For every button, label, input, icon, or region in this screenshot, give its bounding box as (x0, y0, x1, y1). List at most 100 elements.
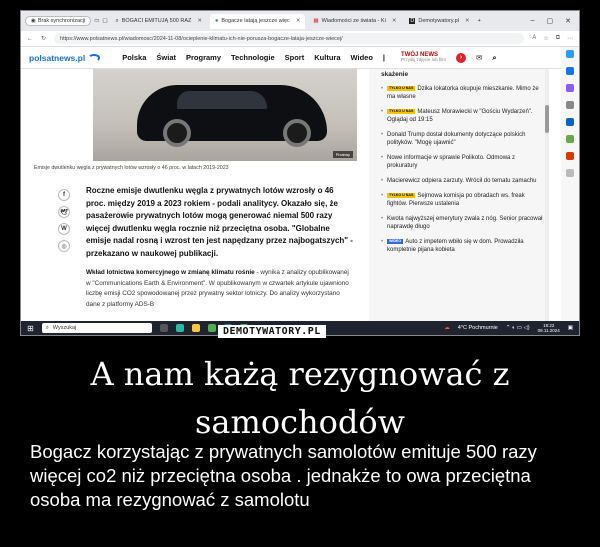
news-item[interactable]: Donald Trump dostał dokumenty dotyczące … (381, 131, 543, 147)
toolbar-icons: A ☆ ⧉ ⋯ (532, 35, 573, 42)
more-icon[interactable]: ⋯ (567, 35, 573, 42)
system-tray: ☁ 4°C Pochmurnie ⌃ ◐ ▭ ◁) 18:22 08.11.20… (444, 323, 573, 334)
scrollbar-thumb[interactable] (545, 105, 549, 133)
news-item[interactable]: Macierewicz odpiera zarzuty. Wrócił do t… (381, 177, 543, 185)
edge-sidebar (561, 47, 579, 325)
chrome-icon[interactable] (207, 324, 216, 332)
news-item[interactable]: WIDEOAuto z impetem wbiło się w dom. Pro… (381, 238, 543, 254)
tab-3[interactable]: ▦ Wiadomości ze świata - Ki ✕ (308, 14, 401, 29)
demotywatory-watermark: DEMOTYWATORY.PL (218, 325, 326, 338)
article-lead: Roczne emisje dwutlenku węgla z prywatny… (86, 186, 353, 258)
copilot-icon[interactable] (566, 50, 574, 58)
photo-credit: Pixabay (332, 151, 353, 158)
profile-icon: ◉ (31, 18, 36, 24)
new-tab-icon[interactable]: + (478, 18, 481, 24)
favorite-icon[interactable]: ☆ (543, 35, 548, 42)
nav-sport[interactable]: Sport (285, 53, 305, 62)
mail-icon[interactable]: ✉ (476, 53, 482, 62)
address-bar: ← ↻ https://www.polsatnews.pl/wiadomosc/… (21, 31, 579, 47)
demotywatory-favicon-icon: D (409, 18, 416, 24)
article: Pixabay Emisje dwutlenku węgla z prywatn… (21, 69, 359, 325)
close-tab-icon[interactable]: ✕ (197, 18, 202, 24)
url-field[interactable]: https://www.polsatnews.pl/wiadomosc/2024… (54, 33, 525, 44)
polsatnews-logo[interactable]: polsatnews.pl (29, 53, 101, 63)
url-text: https://www.polsatnews.pl/wiadomosc/2024… (60, 35, 343, 42)
nav-swiat[interactable]: Świat (156, 53, 176, 62)
windows-start-icon[interactable]: ⊞ (27, 324, 34, 333)
nav-kultura[interactable]: Kultura (314, 53, 340, 62)
grid-favicon-icon: ▦ (313, 18, 319, 24)
close-tab-icon[interactable]: ✕ (465, 18, 470, 24)
nav-wideo[interactable]: Wideo (350, 53, 372, 62)
article-body: Wkład lotnictwa komercyjnego w zmianę kl… (86, 268, 354, 310)
close-window-icon[interactable]: ✕ (565, 17, 571, 25)
nav-programy[interactable]: Programy (186, 53, 221, 62)
edge-icon[interactable] (175, 324, 184, 332)
minimize-icon[interactable]: – (531, 17, 535, 25)
news-item[interactable]: TYLKO U NASSejmowa komisja po obradach w… (381, 192, 543, 208)
tab-label: Wiadomości ze świata - Ki (321, 18, 386, 24)
tab-1[interactable]: ⌕ BOGACI EMITUJĄ 500 RAZ ✕ (111, 14, 207, 29)
taskbar-search[interactable]: ⌕ Wyszukaj (41, 323, 152, 333)
article-body-bold: Wkład lotnictwa komercyjnego w zmianę kl… (86, 269, 255, 276)
facebook-icon[interactable]: f (58, 189, 70, 201)
nav-polska[interactable]: Polska (122, 53, 146, 62)
news-tag: TYLKO U NAS (387, 108, 416, 114)
search-icon: ⌕ (115, 17, 119, 24)
shopping-icon[interactable] (566, 67, 574, 75)
tab-label: Demotywatory.pl (418, 18, 459, 24)
taskbar-search-label: Wyszukaj (52, 325, 77, 331)
logo-wave-icon (88, 53, 101, 62)
news-tag: TYLKO U NAS (387, 192, 416, 198)
back-icon[interactable]: ← (27, 36, 33, 42)
tray-icons[interactable]: ⌃ ◐ ▭ ◁) (506, 325, 530, 331)
news-item[interactable]: Nowe informacje w sprawie Polikoto. Odmo… (381, 154, 543, 170)
news-item[interactable]: TYLKO U NASMateusz Morawiecki w "Gościu … (381, 108, 543, 124)
sidebar-news: skażenie TYLKO U NASDzika lokatorka okup… (369, 69, 549, 325)
tab-list-icon[interactable]: ▢ (102, 18, 107, 24)
news-item[interactable]: TYLKO U NASDzika lokatorka okupuje miesz… (381, 85, 543, 101)
screenshot-frame: ◉ Brak synchronizacji ▭ ▢ ⌕ BOGACI EMITUJ… (20, 10, 580, 336)
news-text: Donald Trump dostał dokumenty dotyczące … (387, 132, 526, 146)
news-item[interactable]: Kwota najwyższej emerytury zwala z nóg. … (381, 215, 543, 231)
wykop-icon[interactable]: W (58, 223, 70, 235)
news-text: Auto z impetem wbiło się w dom. Prowadzi… (387, 239, 524, 253)
sync-button[interactable]: ◉ Brak synchronizacji (25, 16, 92, 26)
games-icon[interactable] (566, 135, 574, 143)
task-view-icon[interactable] (159, 324, 168, 332)
tab-actions-icon[interactable]: ▭ (94, 18, 99, 24)
nav-divider: | (382, 53, 386, 62)
sync-label: Brak synchronizacji (37, 18, 86, 24)
sidebar-scrollbar[interactable] (545, 69, 549, 325)
office-icon[interactable] (566, 152, 574, 160)
twoj-news-sub: Przyślij zdjęcie lub film (401, 57, 447, 63)
weather-icon[interactable]: ☁ (444, 325, 450, 331)
maximize-icon[interactable]: ▢ (547, 17, 554, 25)
collections-icon[interactable]: ⧉ (556, 35, 560, 42)
twoj-news-link[interactable]: TWÓJ NEWS Przyślij zdjęcie lub film (401, 52, 446, 63)
reload-icon[interactable]: ↻ (41, 35, 46, 42)
news-text: Macierewicz odpiera zarzuty. Wrócił do t… (387, 178, 537, 184)
clock[interactable]: 18:22 08.11.2024 (538, 323, 560, 334)
page-content: Pixabay Emisje dwutlenku węgla z prywatn… (21, 69, 561, 325)
search-icon[interactable]: ⌕ (492, 53, 496, 63)
outlook-icon[interactable] (566, 118, 574, 126)
search-icon[interactable] (566, 101, 574, 109)
site-navigation: polsatnews.pl Polska Świat Programy Tech… (21, 47, 579, 69)
arrow-right-icon[interactable]: › (456, 52, 467, 63)
add-icon[interactable] (566, 169, 574, 177)
close-tab-icon[interactable]: ✕ (392, 18, 397, 24)
twitter-icon[interactable]: 🕊 (58, 206, 70, 218)
weather-text[interactable]: 4°C Pochmurnie (458, 325, 498, 331)
browser-tab-bar: ◉ Brak synchronizacji ▭ ▢ ⌕ BOGACI EMITUJ… (21, 11, 579, 31)
nav-technologie[interactable]: Technologie (231, 53, 275, 62)
messenger-icon[interactable]: ◎ (58, 240, 70, 252)
tab-4[interactable]: D Demotywatory.pl ✕ (404, 14, 474, 29)
close-tab-icon[interactable]: ✕ (296, 18, 301, 24)
notification-icon[interactable]: ▣ (568, 325, 573, 331)
tab-2[interactable]: ● Bogacze latają jeszcze więc ✕ (210, 13, 306, 29)
tools-icon[interactable] (566, 84, 574, 92)
read-aloud-icon[interactable]: A (532, 35, 536, 42)
explorer-icon[interactable] (191, 324, 200, 332)
clock-date: 08.11.2024 (537, 328, 560, 333)
